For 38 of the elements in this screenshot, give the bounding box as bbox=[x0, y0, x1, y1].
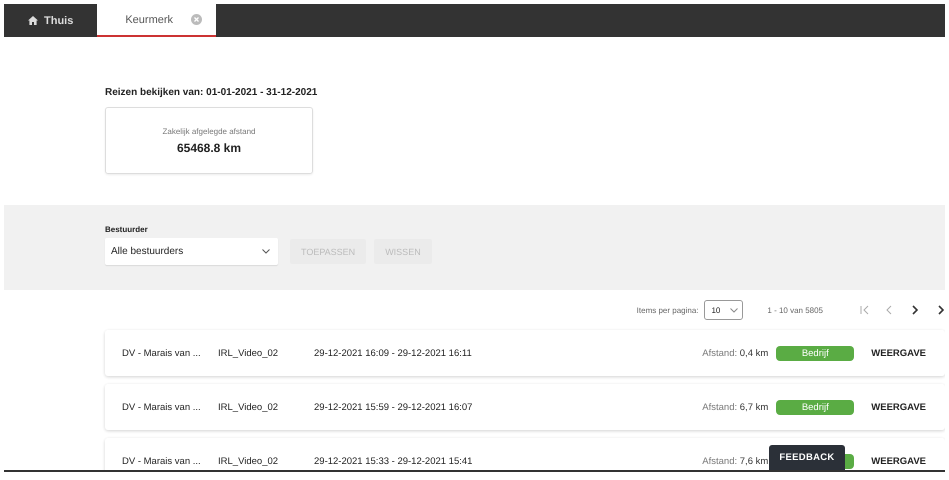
trip-period: 29-12-2021 15:59 - 29-12-2021 16:07 bbox=[314, 402, 474, 412]
field-label: Bestuurder bbox=[105, 225, 148, 234]
home-icon bbox=[28, 16, 38, 25]
distance-value: 7,6 km bbox=[740, 456, 768, 466]
driver-name: DV - Marais van ... bbox=[122, 348, 202, 358]
view-link[interactable]: WEERGAVE bbox=[871, 402, 926, 412]
period-heading: Reizen bekijken van: 01-01-2021 - 31-12-2021 bbox=[105, 87, 318, 98]
distance-value: 6,7 km bbox=[740, 402, 768, 412]
summary-value: 65468.8 km bbox=[176, 140, 242, 154]
trip-card[interactable]: DV - Marais van ... IRL_Video_02 29-12-2021 15:59 - 29-12-2021 16:07 Afstand: 6,7 km Bedrijf WEERGAVE bbox=[105, 384, 945, 430]
vehicle-name: IRL_Video_02 bbox=[218, 402, 280, 412]
page-size-select[interactable]: 10 bbox=[704, 300, 744, 320]
distance-label: Afstand: bbox=[702, 348, 738, 358]
summary-label: Zakelijk afgelegde afstand bbox=[162, 126, 256, 136]
vehicle-name: IRL_Video_02 bbox=[218, 348, 280, 358]
distance-label: Afstand: bbox=[702, 456, 738, 466]
view-link[interactable]: WEERGAVE bbox=[871, 456, 926, 466]
vehicle-name: IRL_Video_02 bbox=[218, 456, 280, 466]
chevron-right-icon[interactable] bbox=[911, 305, 921, 315]
category-tag: Bedrijf bbox=[776, 400, 854, 414]
page-range: 1 - 10 van 5805 bbox=[767, 306, 823, 314]
page-size-label: Items per pagina: bbox=[636, 306, 698, 314]
tab[interactable]: Keurmerk bbox=[97, 4, 216, 37]
trip-period: 29-12-2021 15:33 - 29-12-2021 15:41 bbox=[314, 456, 474, 466]
chevron-down-icon bbox=[262, 249, 270, 254]
view-link[interactable]: WEERGAVE bbox=[871, 348, 926, 358]
chevron-down-icon bbox=[730, 308, 738, 312]
driver-name: DV - Marais van ... bbox=[122, 402, 202, 412]
category-tag: Bedrijf bbox=[776, 346, 854, 360]
trip-period: 29-12-2021 16:09 - 29-12-2021 16:11 bbox=[314, 348, 473, 358]
tab[interactable]: Thuis bbox=[4, 4, 98, 37]
distance-label: Afstand: bbox=[702, 402, 738, 412]
chevron-right-icon[interactable] bbox=[937, 305, 945, 315]
driver-select[interactable]: Alle bestuurders bbox=[105, 238, 278, 265]
driver-name: DV - Marais van ... bbox=[122, 456, 202, 466]
trip-card[interactable]: DV - Marais van ... IRL_Video_02 29-12-2021 16:09 - 29-12-2021 16:11 Afstand: 0,4 km Bedrijf WEERGAVE bbox=[105, 330, 945, 376]
close-icon[interactable] bbox=[191, 14, 202, 25]
distance-value: 0,4 km bbox=[740, 348, 768, 358]
